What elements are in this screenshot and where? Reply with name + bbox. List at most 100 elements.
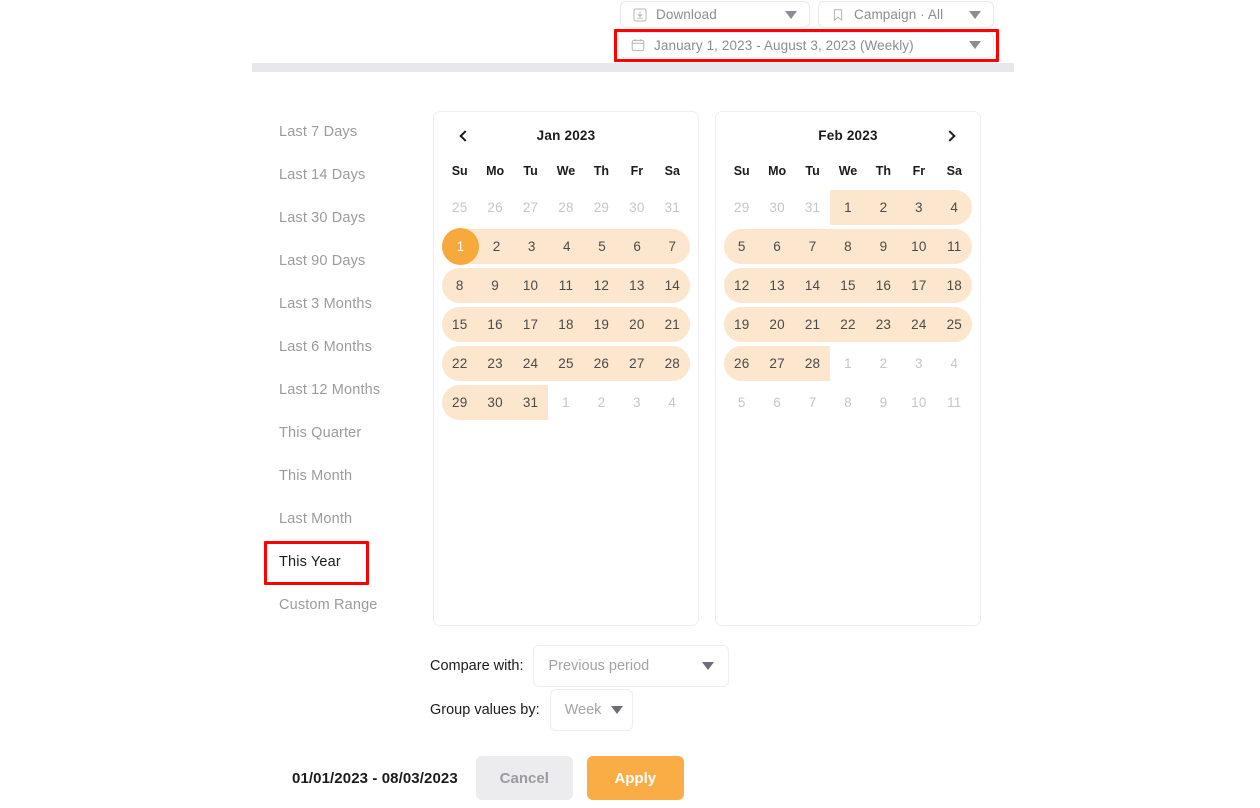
calendar-day[interactable]: 4 (549, 227, 584, 266)
download-button[interactable]: Download (620, 1, 810, 28)
compare-with-select[interactable]: Previous period (533, 645, 730, 687)
preset-item-custom-range[interactable]: Custom Range (270, 583, 420, 626)
calendar-day[interactable]: 21 (795, 305, 830, 344)
preset-item-this-month[interactable]: This Month (270, 454, 420, 497)
calendar-day[interactable]: 26 (724, 344, 759, 383)
calendar-day[interactable]: 8 (830, 383, 865, 422)
calendar-day[interactable]: 9 (477, 266, 512, 305)
preset-item-last-3-months[interactable]: Last 3 Months (270, 282, 420, 325)
apply-button[interactable]: Apply (586, 756, 684, 800)
calendar-day[interactable]: 19 (584, 305, 619, 344)
calendar-day[interactable]: 22 (830, 305, 865, 344)
calendar-day[interactable]: 30 (477, 383, 512, 422)
preset-item-this-quarter[interactable]: This Quarter (270, 411, 420, 454)
calendar-day[interactable]: 28 (795, 344, 830, 383)
calendar-day[interactable]: 21 (655, 305, 690, 344)
calendar-day[interactable]: 11 (548, 266, 583, 305)
calendar-day[interactable]: 20 (759, 305, 794, 344)
calendar-day[interactable]: 14 (655, 266, 690, 305)
calendar-day[interactable]: 6 (759, 227, 794, 266)
preset-item-last-90-days[interactable]: Last 90 Days (270, 239, 420, 282)
calendar-day[interactable]: 31 (655, 188, 690, 227)
preset-item-last-6-months[interactable]: Last 6 Months (270, 325, 420, 368)
calendar-day[interactable]: 14 (795, 266, 830, 305)
calendar-day[interactable]: 2 (866, 188, 901, 227)
calendar-day[interactable]: 9 (866, 227, 901, 266)
calendar-day[interactable]: 27 (513, 188, 548, 227)
calendar-day[interactable]: 25 (937, 305, 972, 344)
calendar-day[interactable]: 26 (584, 344, 619, 383)
calendar-day[interactable]: 16 (866, 266, 901, 305)
calendar-day[interactable]: 3 (901, 188, 936, 227)
calendar-day[interactable]: 17 (513, 305, 548, 344)
calendar-day[interactable]: 1 (830, 344, 865, 383)
calendar-day[interactable]: 23 (866, 305, 901, 344)
calendar-day[interactable]: 28 (655, 344, 690, 383)
calendar-day[interactable]: 7 (795, 383, 830, 422)
calendar-day[interactable]: 2 (479, 227, 514, 266)
calendar-day[interactable]: 13 (619, 266, 654, 305)
calendar-day[interactable]: 7 (795, 227, 830, 266)
calendar-day[interactable]: 16 (477, 305, 512, 344)
calendar-day[interactable]: 20 (619, 305, 654, 344)
calendar-day[interactable]: 2 (866, 344, 901, 383)
calendar-day[interactable]: 3 (514, 227, 549, 266)
calendar-day[interactable]: 15 (442, 305, 477, 344)
calendar-day[interactable]: 10 (513, 266, 548, 305)
calendar-day[interactable]: 19 (724, 305, 759, 344)
preset-item-last-7-days[interactable]: Last 7 Days (270, 110, 420, 153)
preset-item-last-30-days[interactable]: Last 30 Days (270, 196, 420, 239)
calendar-day[interactable]: 31 (513, 383, 548, 422)
preset-item-this-year[interactable]: This Year (264, 540, 420, 585)
calendar-day[interactable]: 29 (584, 188, 619, 227)
calendar-day[interactable]: 27 (619, 344, 654, 383)
horizontal-scrollbar[interactable] (252, 63, 1014, 72)
calendar-day[interactable]: 8 (442, 266, 477, 305)
calendar-day[interactable]: 25 (548, 344, 583, 383)
preset-item-last-14-days[interactable]: Last 14 Days (270, 153, 420, 196)
calendar-day[interactable]: 24 (901, 305, 936, 344)
calendar-day[interactable]: 29 (724, 188, 759, 227)
calendar-day[interactable]: 13 (759, 266, 794, 305)
calendar-day[interactable]: 3 (901, 344, 936, 383)
calendar-day[interactable]: 22 (442, 344, 477, 383)
calendar-day[interactable]: 1 (548, 383, 583, 422)
calendar-day[interactable]: 29 (442, 383, 477, 422)
calendar-day[interactable]: 7 (655, 227, 690, 266)
calendar-day[interactable]: 3 (619, 383, 654, 422)
calendar-day[interactable]: 11 (937, 227, 972, 266)
calendar-day[interactable]: 4 (937, 188, 972, 227)
prev-month-button[interactable] (452, 125, 474, 147)
calendar-day[interactable]: 1 (830, 188, 865, 227)
calendar-day[interactable]: 12 (584, 266, 619, 305)
calendar-day-selected[interactable]: 1 (442, 227, 479, 266)
calendar-day[interactable]: 28 (548, 188, 583, 227)
calendar-day[interactable]: 5 (724, 227, 759, 266)
calendar-day[interactable]: 24 (513, 344, 548, 383)
calendar-day[interactable]: 4 (937, 344, 972, 383)
campaign-filter-button[interactable]: Campaign · All (818, 1, 994, 28)
calendar-day[interactable]: 27 (759, 344, 794, 383)
calendar-day[interactable]: 26 (477, 188, 512, 227)
calendar-day[interactable]: 11 (937, 383, 972, 422)
calendar-day[interactable]: 31 (795, 188, 830, 227)
calendar-day[interactable]: 18 (937, 266, 972, 305)
calendar-day[interactable]: 23 (477, 344, 512, 383)
cancel-button[interactable]: Cancel (475, 756, 573, 800)
calendar-day[interactable]: 9 (866, 383, 901, 422)
calendar-day[interactable]: 10 (901, 227, 936, 266)
calendar-day[interactable]: 30 (619, 188, 654, 227)
calendar-day[interactable]: 5 (724, 383, 759, 422)
calendar-day[interactable]: 10 (901, 383, 936, 422)
calendar-day[interactable]: 12 (724, 266, 759, 305)
calendar-day[interactable]: 6 (620, 227, 655, 266)
calendar-day[interactable]: 5 (585, 227, 620, 266)
calendar-day[interactable]: 6 (759, 383, 794, 422)
calendar-day[interactable]: 2 (584, 383, 619, 422)
calendar-day[interactable]: 30 (759, 188, 794, 227)
calendar-day[interactable]: 8 (830, 227, 865, 266)
calendar-day[interactable]: 25 (442, 188, 477, 227)
calendar-day[interactable]: 17 (901, 266, 936, 305)
preset-item-last-12-months[interactable]: Last 12 Months (270, 368, 420, 411)
date-range-selector-button[interactable]: January 1, 2023 - August 3, 2023 (Weekly… (618, 32, 994, 58)
